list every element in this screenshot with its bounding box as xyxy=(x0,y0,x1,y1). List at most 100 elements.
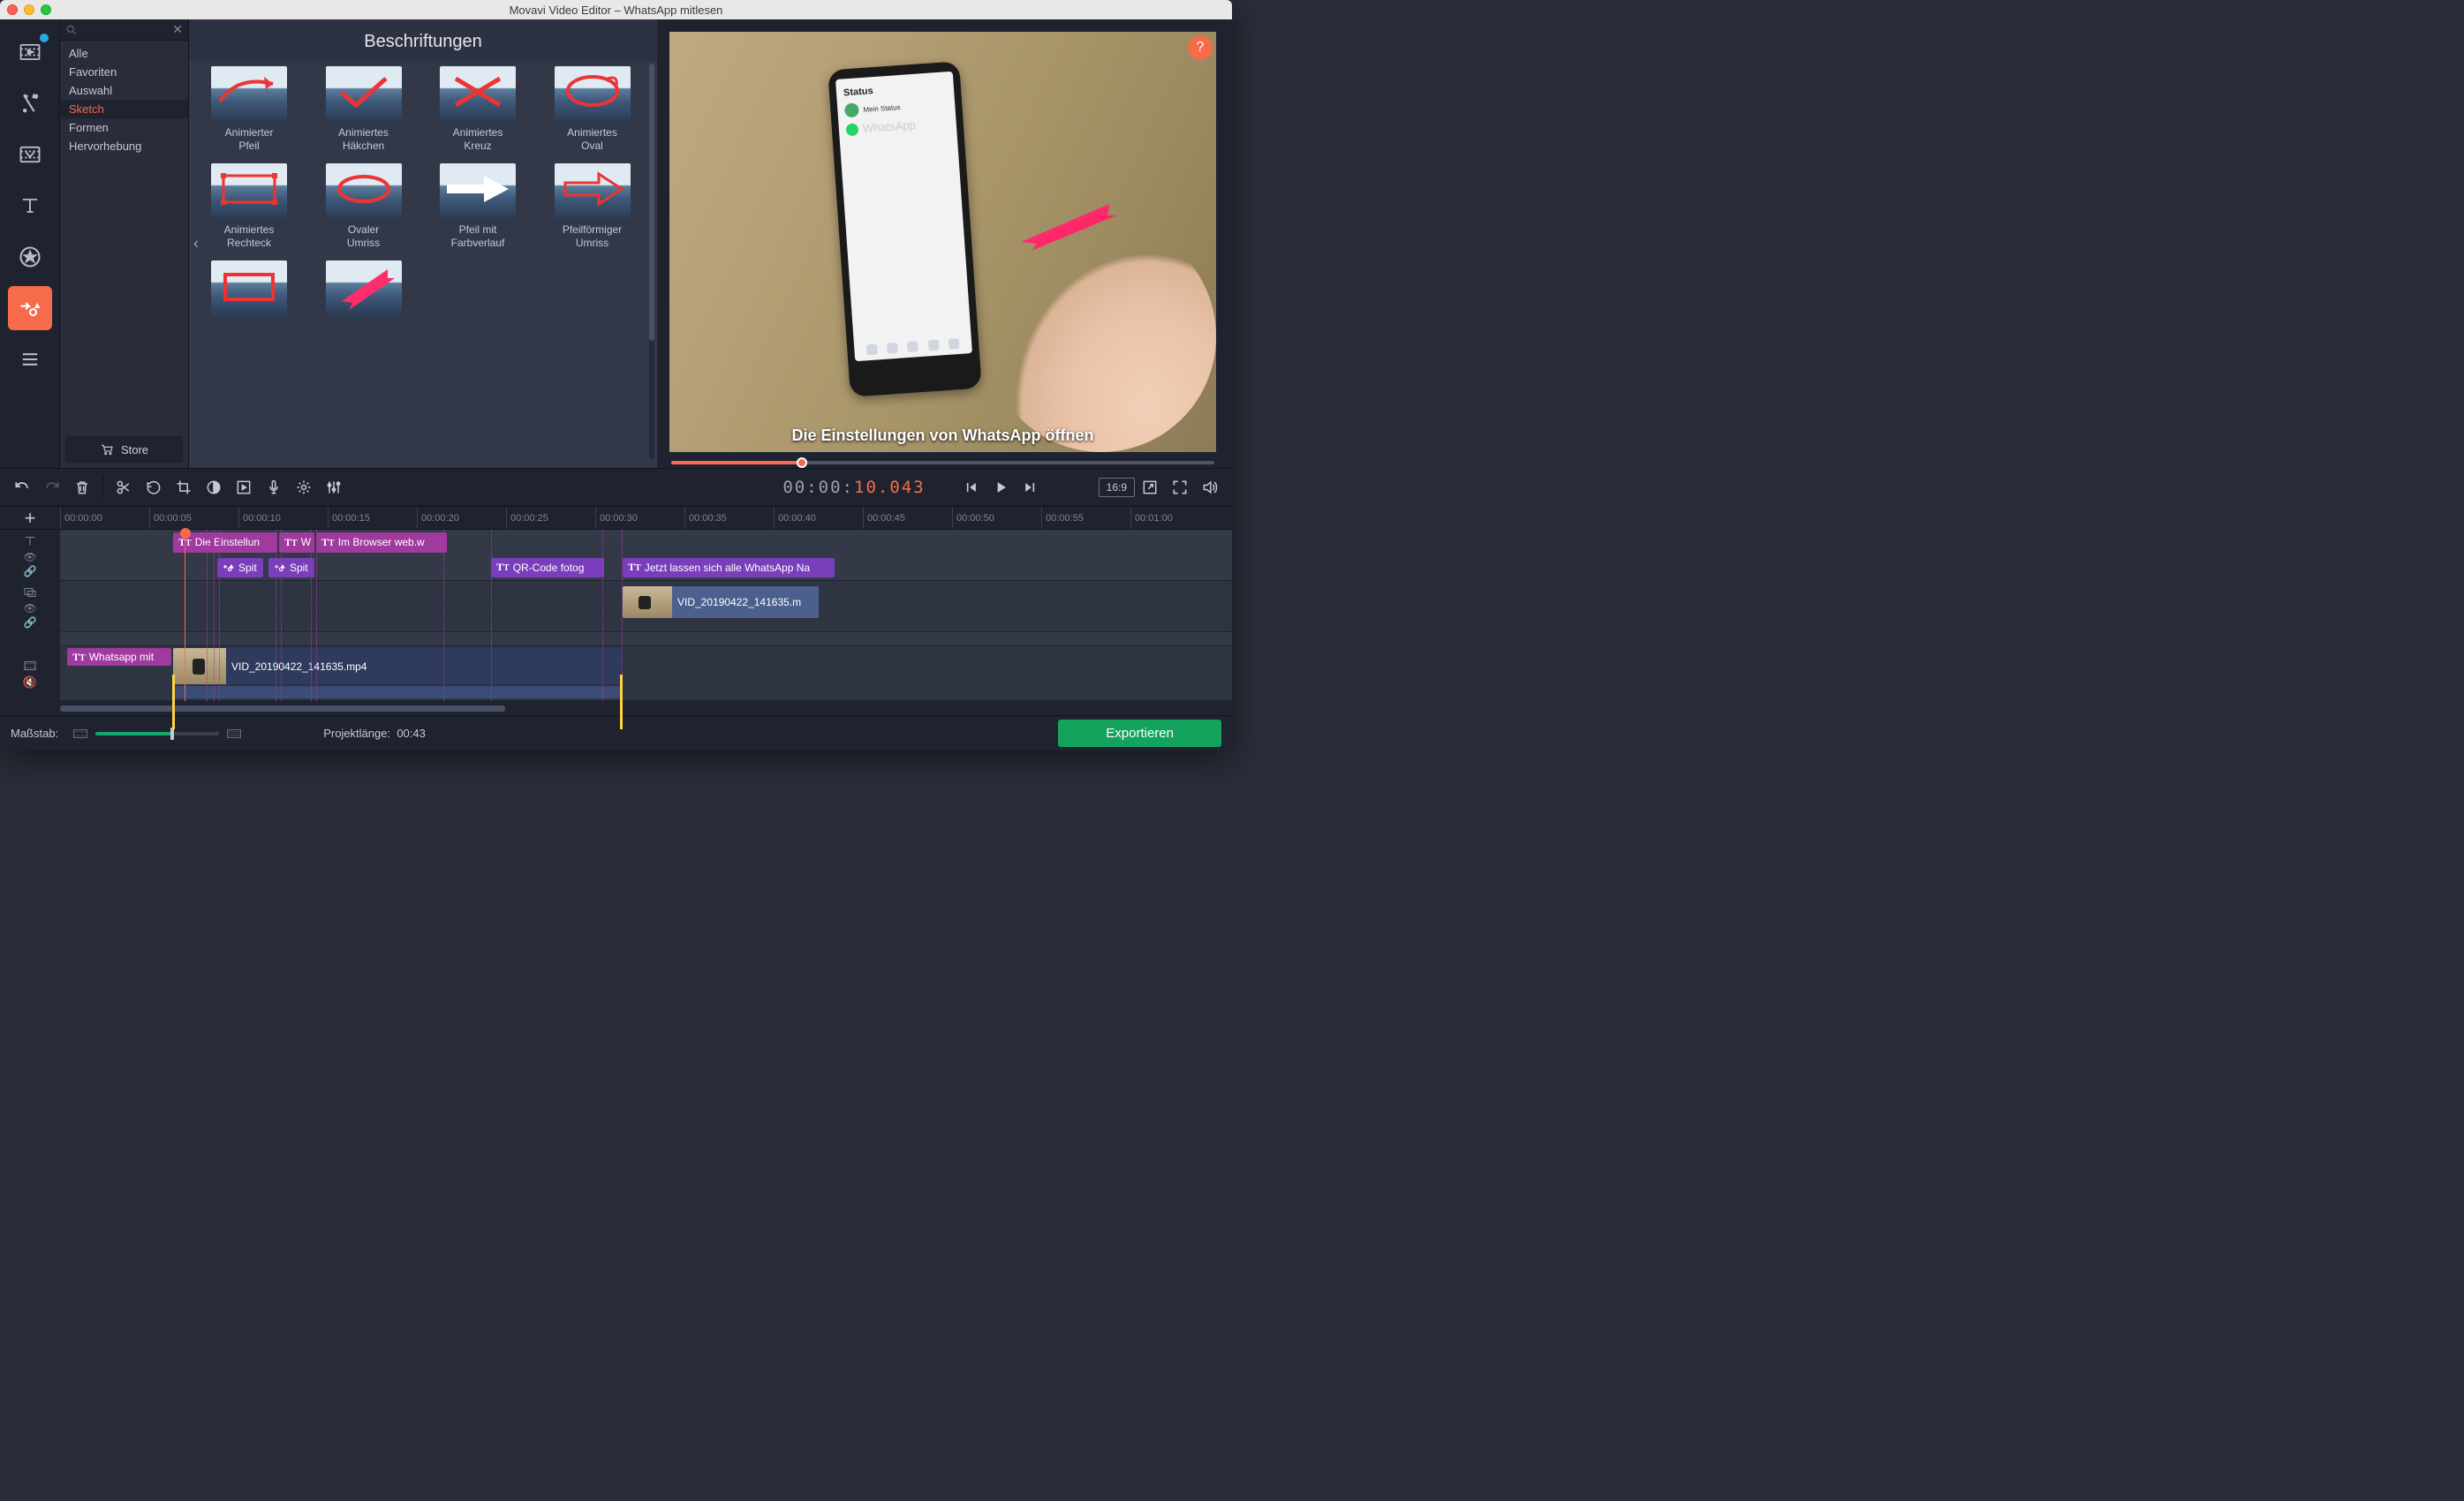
category-item-auswahl[interactable]: Auswahl xyxy=(60,81,188,100)
redo-button[interactable] xyxy=(37,472,67,502)
clip[interactable]: TTQR-Code fotog xyxy=(491,558,604,578)
clip[interactable]: VID_20190422_141635.mp4 xyxy=(173,648,622,684)
clip[interactable]: Spit xyxy=(217,558,263,578)
asset-heading: Beschriftungen xyxy=(189,19,657,61)
volume-button[interactable] xyxy=(1195,472,1225,502)
clip[interactable]: TTDie Einstellun xyxy=(173,532,277,553)
track-main-mute[interactable]: 🔇 xyxy=(23,675,37,690)
hand-image xyxy=(986,221,1216,452)
ruler-tick: 00:00:30 xyxy=(595,507,638,529)
asset-check[interactable]: Animiertes Häkchen xyxy=(320,66,408,153)
clip[interactable]: VID_20190422_141635.m xyxy=(623,586,819,618)
ruler-tick: 00:00:25 xyxy=(506,507,548,529)
delete-button[interactable] xyxy=(67,472,97,502)
preview-caption: Die Einstellungen von WhatsApp öffnen xyxy=(669,426,1216,445)
track-titles-link[interactable]: 🔗 xyxy=(24,565,37,577)
timeline: + 00:00:0000:00:0500:00:1000:00:1500:00:… xyxy=(0,507,1232,715)
track-titles-visibility[interactable]: 👁 xyxy=(23,551,36,563)
asset-rect-handles[interactable]: Animiertes Rechteck xyxy=(205,163,293,250)
ruler-tick: 00:00:35 xyxy=(684,507,727,529)
audio-waveform[interactable] xyxy=(173,686,622,698)
collapse-panel-button[interactable]: ‹ xyxy=(191,224,201,264)
store-button[interactable]: Store xyxy=(65,436,183,463)
timecode-display: 00:00:10.043 xyxy=(774,478,933,497)
clip[interactable]: Spit xyxy=(268,558,314,578)
selection-right[interactable] xyxy=(620,675,623,729)
next-frame-button[interactable] xyxy=(1016,472,1046,502)
asset-cross[interactable]: Animiertes Kreuz xyxy=(434,66,522,153)
selection-left[interactable] xyxy=(172,675,175,729)
ruler-tick: 00:00:45 xyxy=(863,507,905,529)
ruler-tick: 00:00:00 xyxy=(60,507,102,529)
equalizer-button[interactable] xyxy=(319,472,349,502)
record-audio-button[interactable] xyxy=(259,472,289,502)
play-button[interactable] xyxy=(986,472,1016,502)
cart-icon xyxy=(100,443,114,456)
detach-preview-button[interactable] xyxy=(1135,472,1165,502)
add-track-button[interactable]: + xyxy=(0,507,60,529)
video-track-icon xyxy=(22,658,38,674)
rail-stickers-button[interactable] xyxy=(8,235,52,279)
track-overlay: 👁 🔗 VID_20190422_141635.m xyxy=(0,581,1232,632)
zoom-out-icon[interactable] xyxy=(72,728,88,740)
asset-arrow[interactable]: Animierter Pfeil xyxy=(205,66,293,153)
zoom-in-icon[interactable] xyxy=(226,728,242,740)
clip[interactable]: TTIm Browser web.w xyxy=(316,532,447,553)
scrub-handle[interactable] xyxy=(797,457,807,468)
ruler-tick: 00:00:05 xyxy=(149,507,192,529)
track-overlay-visibility[interactable]: 👁 xyxy=(23,602,36,615)
ruler-tick: 00:00:50 xyxy=(952,507,994,529)
track-main-video: 🔇 TTWhatsapp mit VID_20190422_141635.mp4 xyxy=(0,646,1232,701)
category-item-hervorhebung[interactable]: Hervorhebung xyxy=(60,137,188,155)
crop-button[interactable] xyxy=(169,472,199,502)
category-item-sketch[interactable]: Sketch xyxy=(60,100,188,118)
split-button[interactable] xyxy=(109,472,139,502)
overlay-arrow-icon xyxy=(1012,200,1118,253)
help-button[interactable]: ? xyxy=(1188,35,1213,60)
asset-pink-arrow[interactable] xyxy=(320,260,408,321)
phone-whatsapp: WhatsApp xyxy=(862,118,916,135)
overlay-track-icon xyxy=(22,585,38,600)
color-adjust-button[interactable] xyxy=(199,472,229,502)
ruler-tick: 00:00:40 xyxy=(774,507,816,529)
export-button[interactable]: Exportieren xyxy=(1058,720,1221,747)
titles-track-icon xyxy=(22,533,38,549)
clip[interactable]: TTW xyxy=(279,532,314,553)
zoom-slider[interactable] xyxy=(95,732,219,735)
editing-toolbar: 00:00:10.043 16:9 xyxy=(0,468,1232,507)
project-length-label: Projektlänge: 00:43 xyxy=(323,727,426,740)
clip[interactable]: TTJetzt lassen sich alle WhatsApp Na xyxy=(623,558,835,578)
rail-more-button[interactable] xyxy=(8,337,52,381)
asset-arrow-outline[interactable]: Pfeilförmiger Umriss xyxy=(548,163,637,250)
rail-import-button[interactable] xyxy=(8,30,52,74)
rail-callouts-button[interactable] xyxy=(8,286,52,330)
track-overlay-link[interactable]: 🔗 xyxy=(24,616,37,629)
timeline-h-scrollbar[interactable] xyxy=(60,705,505,712)
zoom-label: Maßstab: xyxy=(11,727,58,740)
ruler-tick: 00:00:55 xyxy=(1041,507,1084,529)
category-item-favoriten[interactable]: Favoriten xyxy=(60,63,188,81)
undo-button[interactable] xyxy=(7,472,37,502)
rail-titles-button[interactable] xyxy=(8,184,52,228)
prev-frame-button[interactable] xyxy=(956,472,986,502)
rail-filters-button[interactable] xyxy=(8,81,52,125)
asset-scrollbar[interactable] xyxy=(649,64,654,459)
settings-button[interactable] xyxy=(289,472,319,502)
category-search[interactable]: ✕ xyxy=(60,19,188,41)
asset-rect[interactable] xyxy=(205,260,293,321)
rail-transitions-button[interactable] xyxy=(8,132,52,177)
clip-properties-button[interactable] xyxy=(229,472,259,502)
aspect-ratio-selector[interactable]: 16:9 xyxy=(1099,478,1135,497)
clear-search-icon[interactable]: ✕ xyxy=(172,22,183,37)
rotate-button[interactable] xyxy=(139,472,169,502)
time-ruler[interactable]: 00:00:0000:00:0500:00:1000:00:1500:00:20… xyxy=(60,507,1232,529)
asset-grad-arrow[interactable]: Pfeil mit Farbverlauf xyxy=(434,163,522,250)
category-item-formen[interactable]: Formen xyxy=(60,118,188,137)
asset-oval[interactable]: Animiertes Oval xyxy=(548,66,637,153)
asset-ellipse[interactable]: Ovaler Umriss xyxy=(320,163,408,250)
ruler-tick: 00:00:10 xyxy=(238,507,281,529)
playback-scrubber[interactable] xyxy=(669,452,1216,468)
fullscreen-button[interactable] xyxy=(1165,472,1195,502)
preview-canvas[interactable]: Status Mein Status WhatsApp Die Einstell… xyxy=(669,32,1216,452)
category-item-alle[interactable]: Alle xyxy=(60,44,188,63)
